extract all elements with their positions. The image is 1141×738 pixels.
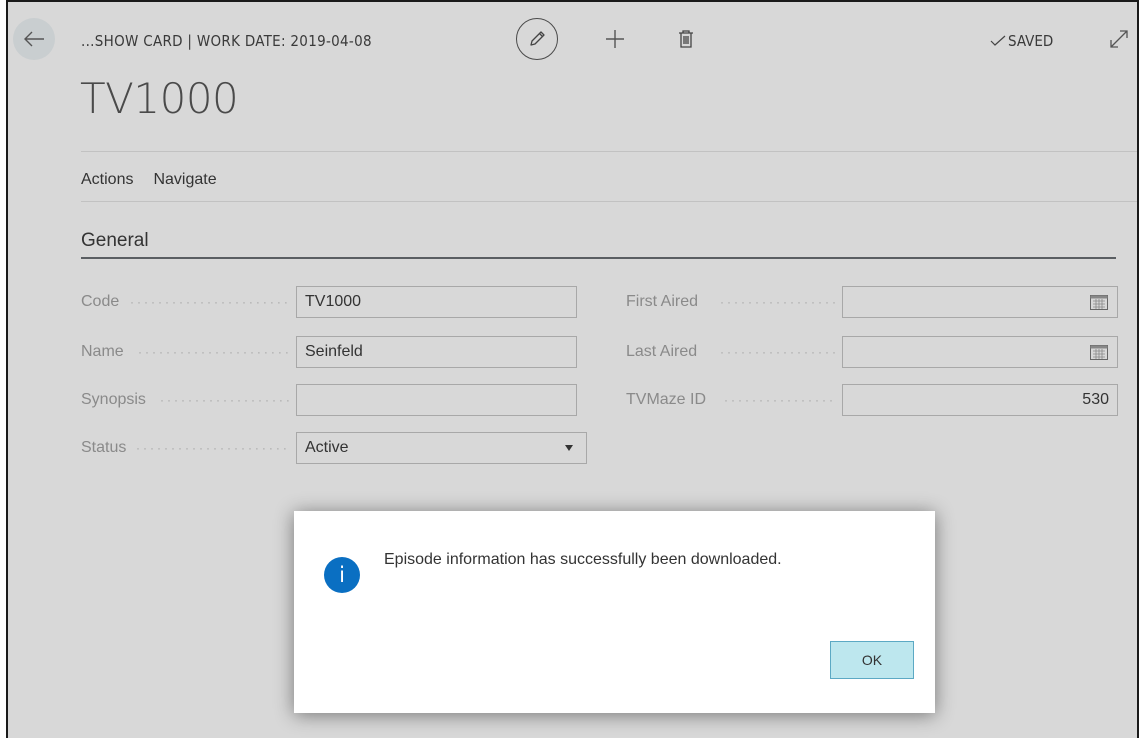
section-title-general[interactable]: General	[81, 230, 149, 252]
leader-dots: ········································…	[160, 393, 290, 407]
calendar-icon[interactable]	[1089, 293, 1109, 311]
last-aired-field[interactable]	[842, 336, 1118, 368]
status-dropdown[interactable]: Active	[296, 432, 587, 464]
back-button[interactable]	[13, 18, 55, 60]
checkmark-icon	[990, 35, 1006, 46]
code-label: Code	[81, 293, 120, 310]
caret-down-icon	[565, 445, 573, 451]
message-dialog: i Episode information has successfully b…	[294, 511, 935, 713]
action-menu: Actions Navigate	[81, 171, 217, 189]
menu-navigate[interactable]: Navigate	[153, 171, 216, 189]
status-value: Active	[305, 439, 349, 456]
first-aired-field[interactable]	[842, 286, 1118, 318]
name-label: Name	[81, 343, 124, 360]
tvmaze-id-field[interactable]: 530	[842, 384, 1118, 416]
saved-status: SAVED	[990, 32, 1053, 50]
trash-icon	[679, 30, 693, 48]
leader-dots: ········································…	[720, 345, 836, 359]
expand-button[interactable]	[1107, 27, 1131, 51]
plus-icon	[606, 30, 624, 48]
section-underline	[81, 257, 1116, 259]
ok-button[interactable]: OK	[830, 641, 914, 679]
code-field[interactable]: TV1000	[296, 286, 577, 318]
divider	[81, 201, 1137, 202]
tvmaze-id-label: TVMaze ID	[626, 391, 707, 408]
synopsis-label: Synopsis	[81, 391, 146, 408]
calendar-icon[interactable]	[1089, 343, 1109, 361]
leader-dots: ········································…	[130, 295, 290, 309]
status-label: Status	[81, 439, 127, 456]
divider	[81, 151, 1137, 152]
page-title: TV1000	[80, 74, 239, 123]
expand-icon	[1110, 30, 1128, 48]
first-aired-label: First Aired	[626, 293, 699, 310]
edit-button[interactable]	[516, 18, 558, 60]
leader-dots: ········································…	[720, 295, 836, 309]
breadcrumb: ...SHOW CARD | WORK DATE: 2019-04-08	[81, 32, 372, 50]
app-frame: ...SHOW CARD | WORK DATE: 2019-04-08 SAV…	[6, 0, 1139, 738]
leader-dots: ········································…	[138, 345, 290, 359]
new-button[interactable]	[602, 26, 628, 52]
arrow-left-icon	[24, 31, 44, 47]
leader-dots: ········································…	[724, 393, 836, 407]
synopsis-field[interactable]	[296, 384, 577, 416]
saved-label: SAVED	[1008, 32, 1054, 50]
dialog-message: Episode information has successfully bee…	[384, 551, 782, 568]
last-aired-label: Last Aired	[626, 343, 698, 360]
leader-dots: ········································…	[136, 441, 290, 455]
info-icon: i	[324, 557, 360, 593]
name-field[interactable]: Seinfeld	[296, 336, 577, 368]
delete-button[interactable]	[675, 27, 697, 51]
menu-actions[interactable]: Actions	[81, 171, 133, 189]
pencil-icon	[530, 31, 545, 46]
